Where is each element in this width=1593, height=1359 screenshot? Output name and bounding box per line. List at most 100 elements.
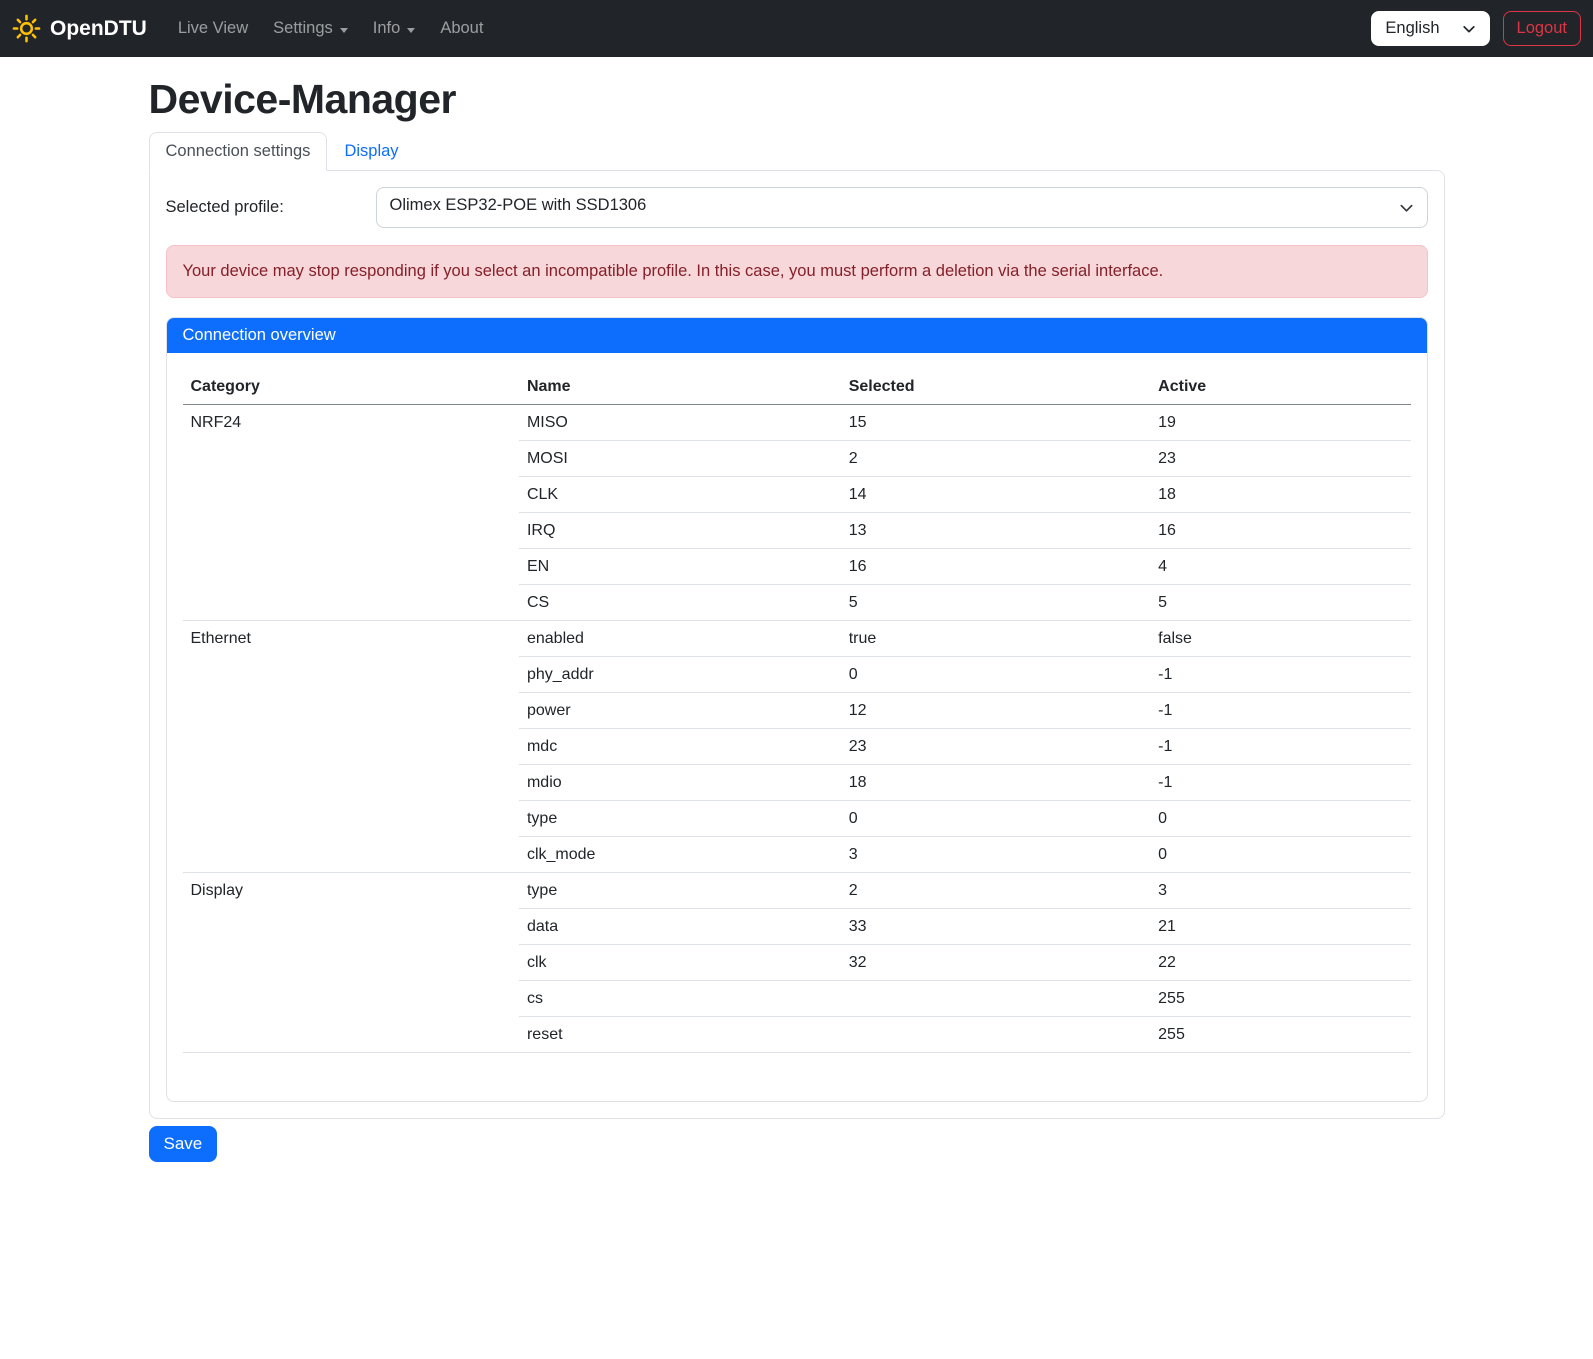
category-cell: NRF24: [183, 405, 519, 621]
active-cell: 255: [1150, 1017, 1410, 1053]
sun-icon: [12, 14, 41, 43]
selected-cell: 14: [841, 477, 1150, 513]
active-cell: -1: [1150, 765, 1410, 801]
column-header-selected: Selected: [841, 369, 1150, 405]
table-row: Ethernetenabledtruefalse: [183, 621, 1411, 657]
page-title: Device-Manager: [149, 76, 1445, 123]
caret-down-icon: [407, 28, 415, 33]
selected-cell: 2: [841, 441, 1150, 477]
navbar-right: English Logout: [1371, 11, 1581, 46]
name-cell: IRQ: [519, 513, 841, 549]
selected-cell: true: [841, 621, 1150, 657]
selected-cell: 15: [841, 405, 1150, 441]
incompatible-profile-warning: Your device may stop responding if you s…: [166, 245, 1428, 298]
name-cell: power: [519, 693, 841, 729]
nav-item-info[interactable]: Info: [364, 11, 425, 46]
name-cell: EN: [519, 549, 841, 585]
active-cell: 0: [1150, 837, 1410, 873]
active-cell: 3: [1150, 873, 1410, 909]
save-button[interactable]: Save: [149, 1126, 218, 1162]
card-header: Connection overview: [167, 318, 1427, 353]
nav-item-label: Info: [373, 19, 401, 38]
active-cell: 0: [1150, 801, 1410, 837]
name-cell: CS: [519, 585, 841, 621]
selected-cell: 0: [841, 801, 1150, 837]
navbar-links: Live View Settings Info About: [169, 11, 500, 46]
column-header-active: Active: [1150, 369, 1410, 405]
active-cell: 4: [1150, 549, 1410, 585]
navbar-brand[interactable]: OpenDTU: [12, 14, 147, 43]
selected-cell: 13: [841, 513, 1150, 549]
selected-cell: 33: [841, 909, 1150, 945]
profile-select-value: Olimex ESP32-POE with SSD1306: [390, 196, 647, 214]
active-cell: 18: [1150, 477, 1410, 513]
nav-item-settings[interactable]: Settings: [264, 11, 357, 46]
selected-cell: 12: [841, 693, 1150, 729]
nav-item-label: Live View: [178, 19, 248, 38]
selected-cell: 23: [841, 729, 1150, 765]
name-cell: type: [519, 801, 841, 837]
name-cell: CLK: [519, 477, 841, 513]
profile-select[interactable]: Olimex ESP32-POE with SSD1306: [376, 187, 1428, 228]
connection-overview-table: Category Name Selected Active NRF24MISO1…: [183, 369, 1411, 1053]
language-select[interactable]: English: [1371, 11, 1489, 46]
name-cell: clk: [519, 945, 841, 981]
chevron-down-icon: [1462, 22, 1476, 36]
active-cell: 23: [1150, 441, 1410, 477]
selected-cell: 0: [841, 657, 1150, 693]
selected-cell: 5: [841, 585, 1150, 621]
logout-button[interactable]: Logout: [1503, 11, 1581, 46]
selected-cell: 3: [841, 837, 1150, 873]
selected-cell: [841, 981, 1150, 1017]
active-cell: 21: [1150, 909, 1410, 945]
tab-connection-settings[interactable]: Connection settings: [149, 132, 328, 171]
name-cell: data: [519, 909, 841, 945]
chevron-down-icon: [1399, 200, 1414, 215]
column-header-category: Category: [183, 369, 519, 405]
brand-label: OpenDTU: [50, 17, 147, 41]
active-cell: false: [1150, 621, 1410, 657]
name-cell: mdio: [519, 765, 841, 801]
selected-cell: 18: [841, 765, 1150, 801]
name-cell: mdc: [519, 729, 841, 765]
selected-cell: 2: [841, 873, 1150, 909]
table-header-row: Category Name Selected Active: [183, 369, 1411, 405]
active-cell: 22: [1150, 945, 1410, 981]
selected-cell: [841, 1017, 1150, 1053]
active-cell: 19: [1150, 405, 1410, 441]
selected-cell: 32: [841, 945, 1150, 981]
name-cell: cs: [519, 981, 841, 1017]
language-select-value: English: [1385, 19, 1439, 38]
tab-content-card: Selected profile: Olimex ESP32-POE with …: [149, 170, 1445, 1119]
profile-row: Selected profile: Olimex ESP32-POE with …: [166, 187, 1428, 228]
profile-label: Selected profile:: [166, 198, 376, 217]
card-body: Category Name Selected Active NRF24MISO1…: [167, 353, 1427, 1101]
navbar: OpenDTU Live View Settings Info About Engli…: [0, 0, 1593, 57]
name-cell: enabled: [519, 621, 841, 657]
nav-item-about[interactable]: About: [431, 11, 492, 46]
active-cell: 255: [1150, 981, 1410, 1017]
nav-item-label: About: [440, 19, 483, 38]
nav-item-live-view[interactable]: Live View: [169, 11, 257, 46]
table-row: NRF24MISO1519: [183, 405, 1411, 441]
caret-down-icon: [340, 28, 348, 33]
connection-overview-card: Connection overview Category Name Select…: [166, 317, 1428, 1102]
name-cell: type: [519, 873, 841, 909]
category-cell: Ethernet: [183, 621, 519, 873]
table-row: Displaytype23: [183, 873, 1411, 909]
column-header-name: Name: [519, 369, 841, 405]
active-cell: 16: [1150, 513, 1410, 549]
name-cell: MISO: [519, 405, 841, 441]
tab-display[interactable]: Display: [327, 132, 415, 171]
active-cell: 5: [1150, 585, 1410, 621]
tab-bar: Connection settingsDisplay: [149, 132, 1445, 170]
active-cell: -1: [1150, 657, 1410, 693]
category-cell: Display: [183, 873, 519, 1053]
main-content: Device-Manager Connection settingsDispla…: [149, 76, 1445, 1222]
name-cell: clk_mode: [519, 837, 841, 873]
name-cell: reset: [519, 1017, 841, 1053]
active-cell: -1: [1150, 729, 1410, 765]
nav-item-label: Settings: [273, 19, 333, 38]
active-cell: -1: [1150, 693, 1410, 729]
selected-cell: 16: [841, 549, 1150, 585]
